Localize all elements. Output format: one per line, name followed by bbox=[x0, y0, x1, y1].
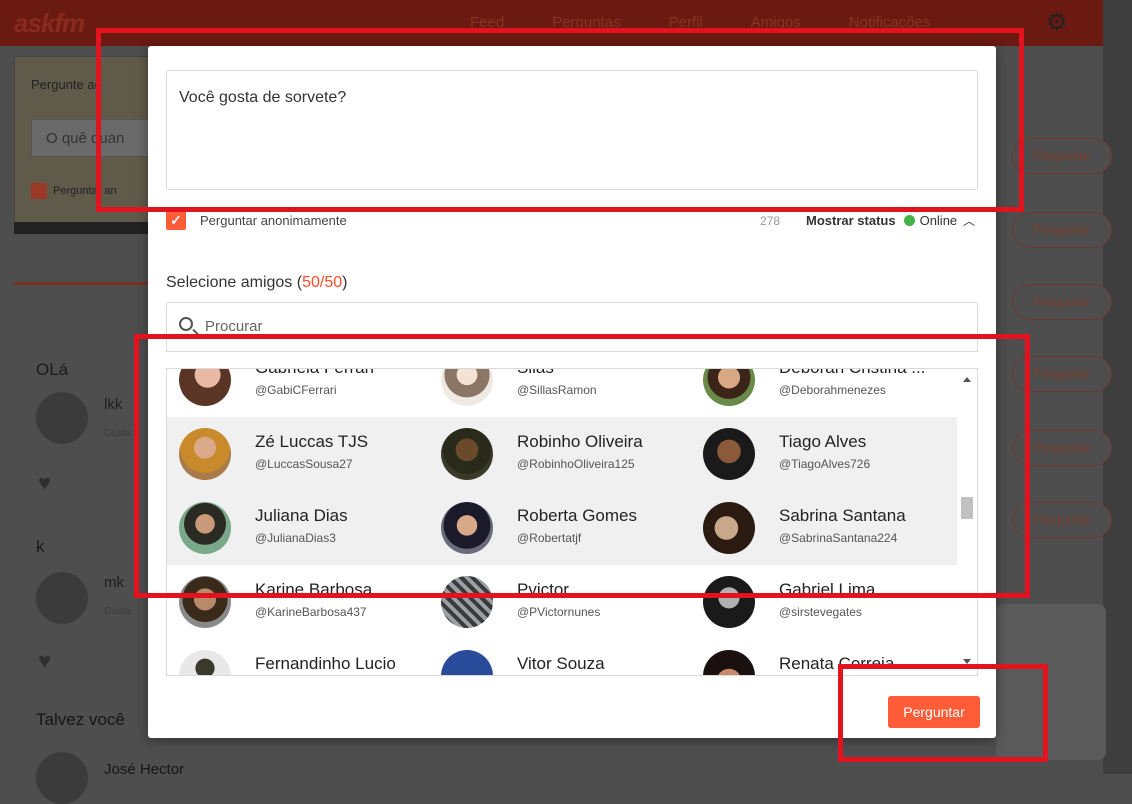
status-toggle[interactable]: Mostrar status Online ︿ bbox=[806, 212, 975, 229]
online-dot-icon bbox=[903, 215, 915, 226]
char-counter: 278 bbox=[760, 214, 781, 228]
friend-name: Fernandinho Lucio bbox=[255, 654, 396, 673]
feed-item-title: OLá bbox=[36, 360, 69, 379]
chevron-up-icon[interactable]: ︿ bbox=[963, 212, 975, 229]
feed-item-sub: Gusta bbox=[104, 606, 131, 617]
divider bbox=[14, 222, 149, 234]
ask-button-bg[interactable]: Perguntar bbox=[1012, 138, 1112, 174]
heart-icon[interactable]: ♥ bbox=[38, 648, 51, 674]
feed-item-title: k bbox=[36, 537, 45, 556]
status-label: Mostrar status bbox=[806, 213, 896, 228]
feed-item-sub: Gusta bbox=[104, 428, 131, 439]
avatar[interactable] bbox=[36, 392, 88, 444]
ask-panel-label: Pergunte ao bbox=[31, 77, 102, 92]
ask-button-bg[interactable]: Perguntar bbox=[1012, 284, 1112, 320]
selected-count: 50/50 bbox=[302, 274, 343, 291]
highlight-question-box bbox=[96, 28, 1024, 212]
anonymous-option[interactable]: ✓ Perguntar anonimamente bbox=[166, 210, 347, 230]
friend-username: @KarineBarbosa437 bbox=[255, 605, 367, 619]
avatar[interactable] bbox=[36, 752, 88, 804]
friend-username: @sirstevegates bbox=[779, 605, 862, 619]
checkbox-icon[interactable] bbox=[31, 183, 47, 199]
friend-item[interactable]: Fernandinho Lucio bbox=[167, 639, 429, 675]
feed-item-name[interactable]: mk bbox=[104, 574, 124, 591]
feed-item-name[interactable]: lkk bbox=[104, 396, 122, 413]
anonymous-label: Perguntar anonimamente bbox=[200, 212, 347, 228]
friend-username: @PVictornunes bbox=[517, 605, 601, 619]
highlight-submit-box bbox=[838, 664, 1048, 762]
suggestions-title: Talvez você bbox=[36, 710, 125, 729]
ask-button-bg[interactable]: Perguntar bbox=[1012, 212, 1112, 248]
heart-icon[interactable]: ♥ bbox=[38, 470, 51, 496]
status-value: Online bbox=[919, 213, 958, 228]
avatar bbox=[703, 650, 755, 675]
highlight-friends-box bbox=[134, 334, 1030, 598]
active-tab-indicator bbox=[14, 282, 149, 285]
friend-name: Vitor Souza bbox=[517, 654, 605, 673]
friend-item[interactable]: Vitor Souza bbox=[429, 639, 691, 675]
askfm-logo[interactable]: askfm bbox=[14, 8, 85, 39]
checkbox-checked-icon[interactable]: ✓ bbox=[166, 210, 186, 230]
avatar[interactable] bbox=[36, 572, 88, 624]
settings-gear-icon[interactable]: ⚙ bbox=[1046, 10, 1072, 36]
select-friends-title: Selecione amigos (50/50) bbox=[166, 274, 348, 291]
search-icon bbox=[179, 317, 193, 331]
avatar bbox=[179, 650, 231, 675]
suggested-user-name[interactable]: José Hector bbox=[104, 761, 184, 778]
right-edge-strip bbox=[1103, 0, 1132, 774]
avatar bbox=[441, 650, 493, 675]
